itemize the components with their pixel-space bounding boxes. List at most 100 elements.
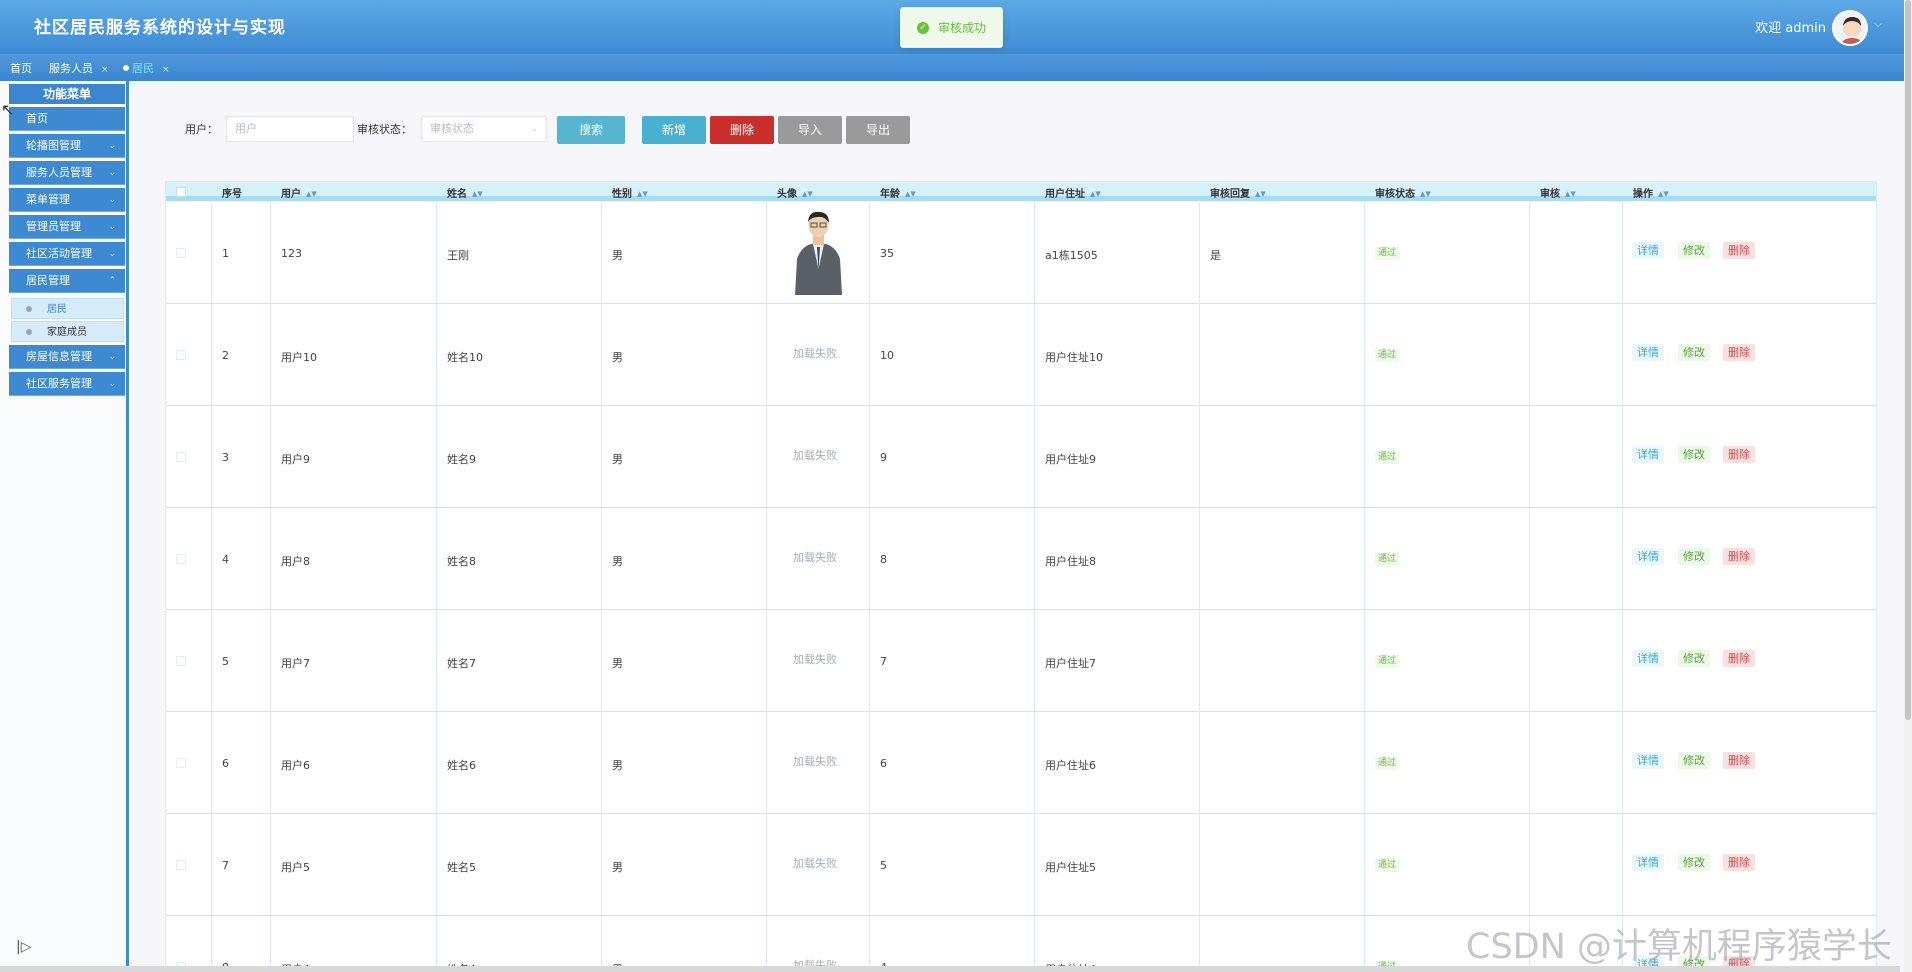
column-header-age[interactable]: 年龄 ▲▼ (880, 185, 916, 200)
row-checkbox[interactable] (176, 452, 186, 462)
column-header-address[interactable]: 用户住址 ▲▼ (1045, 185, 1101, 200)
delete-button[interactable]: 删除 (1723, 446, 1755, 463)
status-filter-label: 审核状态： (357, 123, 412, 136)
sidebar-item-label: 社区活动管理 (26, 247, 92, 260)
delete-button[interactable]: 删除 (1723, 650, 1755, 667)
row-gender: 男 (612, 453, 623, 466)
row-address: 用户住址10 (1045, 351, 1103, 364)
collapse-sidebar-icon[interactable]: |▷ (16, 939, 31, 955)
column-header-status[interactable]: 审核状态 ▲▼ (1375, 185, 1431, 200)
tab-home[interactable]: 首页 (10, 60, 32, 76)
table-cell (870, 814, 1035, 916)
row-checkbox[interactable] (176, 248, 186, 258)
row-checkbox[interactable] (176, 554, 186, 564)
chevron-up-icon: ⌃ (108, 276, 116, 286)
sidebar-subitem-family[interactable]: 家庭成员 (11, 321, 124, 342)
close-icon[interactable]: × (162, 65, 170, 75)
detail-button[interactable]: 详情 (1632, 548, 1664, 565)
detail-button[interactable]: 详情 (1632, 650, 1664, 667)
chevron-down-icon: ⌄ (108, 352, 116, 362)
row-checkbox[interactable] (176, 860, 186, 870)
edit-button[interactable]: 修改 (1678, 446, 1710, 463)
edit-button[interactable]: 修改 (1678, 854, 1710, 871)
detail-button[interactable]: 详情 (1632, 242, 1664, 259)
column-header-gender[interactable]: 性别 ▲▼ (612, 185, 648, 200)
horizontal-scrollbar[interactable] (0, 966, 1900, 972)
edit-button[interactable]: 修改 (1678, 752, 1710, 769)
column-header-reply[interactable]: 审核回复 ▲▼ (1210, 185, 1266, 200)
row-name: 姓名9 (447, 453, 476, 466)
add-button[interactable]: 新增 (642, 116, 706, 144)
sort-icon: ▲▼ (1090, 190, 1101, 198)
table-cell (602, 916, 767, 971)
user-search-input[interactable]: 用户 (226, 116, 354, 142)
table-header: 序号 用户 ▲▼ 姓名 ▲▼ 性别 ▲▼ 头像 ▲▼ 年龄 ▲▼ 用户住址 ▲▼ 审核回复 ▲… (166, 182, 1876, 201)
detail-button[interactable]: 详情 (1632, 344, 1664, 361)
table-row: 3 用户9 姓名9 男 9 用户住址9 加载失败 通过 详情 修改 删除 (166, 406, 1876, 508)
select-all-checkbox[interactable] (176, 187, 186, 197)
detail-button[interactable]: 详情 (1632, 854, 1664, 871)
column-header-user[interactable]: 用户 ▲▼ (281, 185, 317, 200)
chevron-down-icon[interactable]: ⌵ (1874, 19, 1882, 30)
export-button[interactable]: 导出 (846, 116, 910, 144)
row-no: 1 (222, 247, 229, 260)
import-button[interactable]: 导入 (778, 116, 842, 144)
sidebar-item-activities[interactable]: 社区活动管理 ⌄ (9, 242, 125, 266)
row-name: 姓名6 (447, 759, 476, 772)
sidebar-item-label: 服务人员管理 (26, 166, 92, 179)
delete-button[interactable]: 删除 (1723, 344, 1755, 361)
search-button[interactable]: 搜索 (557, 116, 625, 144)
delete-button[interactable]: 删除 (1723, 242, 1755, 259)
table-cell (212, 916, 271, 971)
row-user: 用户8 (281, 555, 310, 568)
row-checkbox[interactable] (176, 350, 186, 360)
scrollbar-thumb[interactable] (1905, 0, 1911, 720)
status-select[interactable]: 审核状态 ⌄ (421, 116, 547, 142)
edit-button[interactable]: 修改 (1678, 548, 1710, 565)
detail-button[interactable]: 详情 (1632, 446, 1664, 463)
sidebar-item-menu[interactable]: 菜单管理 ⌄ (9, 188, 125, 212)
table-cell (870, 712, 1035, 814)
column-header-name[interactable]: 姓名 ▲▼ (447, 185, 483, 200)
delete-button[interactable]: 删除 (1723, 752, 1755, 769)
sidebar-item-carousel[interactable]: 轮播图管理 ⌄ (9, 134, 125, 158)
row-checkbox[interactable] (176, 758, 186, 768)
table-cell (166, 814, 212, 916)
column-header-avatar[interactable]: 头像 ▲▼ (777, 185, 813, 200)
app-title: 社区居民服务系统的设计与实现 (34, 18, 286, 38)
bullet-icon (26, 306, 32, 312)
batch-delete-button[interactable]: 删除 (710, 116, 774, 144)
row-gender: 男 (612, 351, 623, 364)
edit-button[interactable]: 修改 (1678, 242, 1710, 259)
delete-button[interactable]: 删除 (1723, 854, 1755, 871)
mouse-cursor-icon: ↖ (1, 100, 15, 119)
table-row: 1 123 王刚 男 35 a1栋1505 是 通过 详情 修改 删除 (166, 202, 1876, 304)
sidebar-subitem-residents[interactable]: 居民 (11, 298, 124, 319)
delete-button[interactable]: 删除 (1723, 548, 1755, 565)
tab-residents[interactable]: 居民 × (123, 60, 170, 76)
row-age: 7 (880, 655, 887, 668)
vertical-scrollbar[interactable] (1904, 0, 1912, 972)
toast-message: 审核成功 (938, 21, 987, 35)
user-avatar[interactable] (1832, 10, 1868, 46)
tab-bar: 首页 服务人员 × 居民 × (0, 54, 1912, 81)
menu-title: 功能菜单 (9, 84, 125, 104)
chevron-down-icon: ⌄ (530, 124, 538, 134)
sidebar-item-housing[interactable]: 房屋信息管理 ⌄ (9, 345, 125, 369)
tab-service-staff[interactable]: 服务人员 × (49, 60, 109, 76)
column-header-actions[interactable]: 操作 ▲▼ (1633, 185, 1669, 200)
row-name: 姓名5 (447, 861, 476, 874)
sidebar-item-home[interactable]: 首页 (9, 107, 125, 131)
sidebar-item-residents[interactable]: 居民管理 ⌃ (9, 269, 125, 293)
row-checkbox[interactable] (176, 656, 186, 666)
edit-button[interactable]: 修改 (1678, 344, 1710, 361)
sidebar-item-admin[interactable]: 管理员管理 ⌄ (9, 215, 125, 239)
column-header-review[interactable]: 审核 ▲▼ (1540, 185, 1576, 200)
sidebar-item-service-staff[interactable]: 服务人员管理 ⌄ (9, 161, 125, 185)
sidebar-item-services[interactable]: 社区服务管理 ⌄ (9, 372, 125, 396)
edit-button[interactable]: 修改 (1678, 650, 1710, 667)
detail-button[interactable]: 详情 (1632, 752, 1664, 769)
table-cell (166, 712, 212, 814)
bullet-icon (26, 329, 32, 335)
close-icon[interactable]: × (101, 65, 109, 75)
